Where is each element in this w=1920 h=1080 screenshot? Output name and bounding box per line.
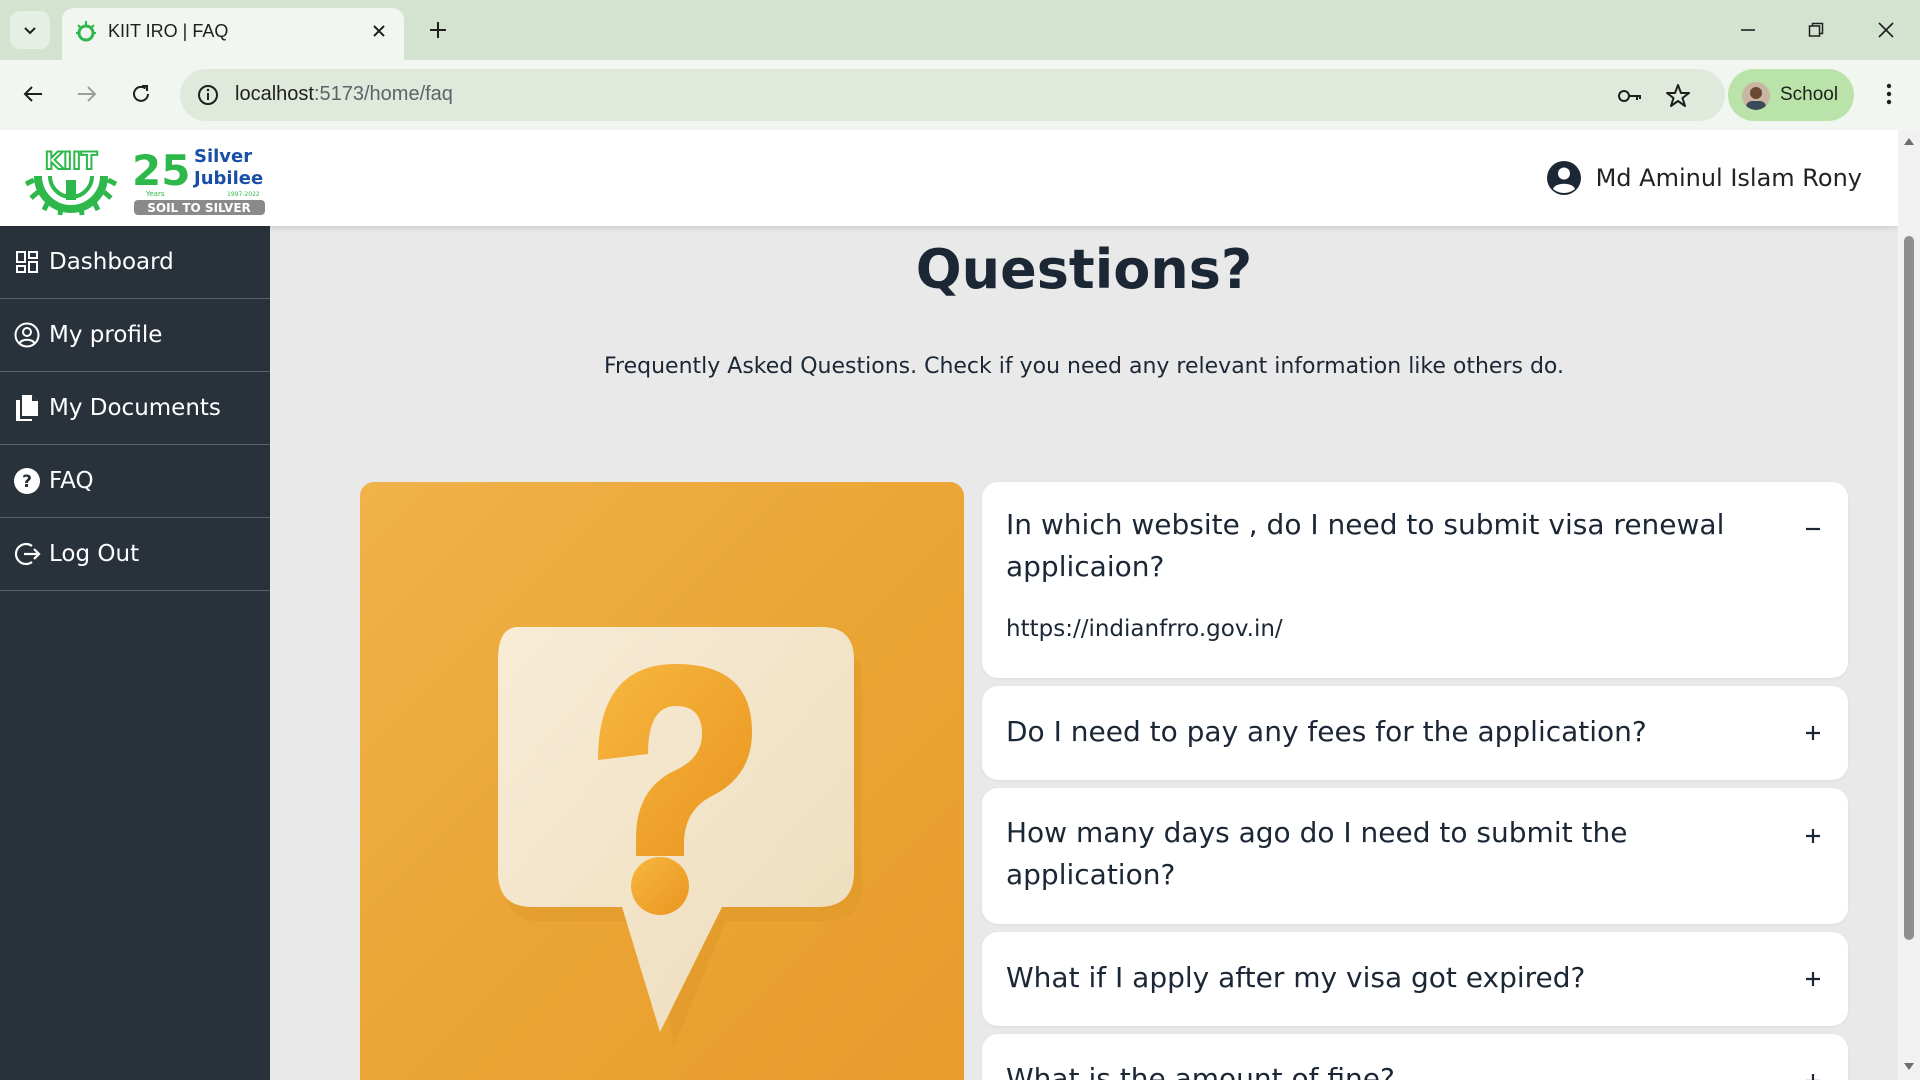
faq-item[interactable]: What is the amount of fine? xyxy=(982,1034,1848,1080)
close-icon xyxy=(1878,22,1894,38)
restore-icon xyxy=(1808,22,1824,37)
plus-icon[interactable] xyxy=(1802,722,1824,744)
browser-toolbar: localhost:5173/home/faq School xyxy=(0,60,1920,130)
sidebar-item-label: Log Out xyxy=(49,541,140,567)
svg-text:Silver: Silver xyxy=(194,146,252,167)
page-viewport: KIIT 25 Silver Jubilee Years 1997-2022 S… xyxy=(0,130,1898,1080)
forward-button[interactable] xyxy=(70,77,104,111)
plus-icon[interactable] xyxy=(1802,968,1824,990)
svg-text:1997-2022: 1997-2022 xyxy=(227,191,260,198)
faq-question[interactable]: What if I apply after my visa got expire… xyxy=(1006,957,1766,999)
silver-jubilee-logo: 25 Silver Jubilee Years 1997-2022 SOIL T… xyxy=(132,142,267,216)
scroll-up-icon[interactable] xyxy=(1903,136,1915,146)
user-circle-icon xyxy=(1546,161,1581,195)
browser-menu-button[interactable] xyxy=(1872,77,1906,111)
close-icon xyxy=(373,25,385,37)
reload-icon xyxy=(133,85,149,102)
url-text[interactable]: localhost:5173/home/faq xyxy=(235,83,453,106)
sidebar-item-label: FAQ xyxy=(49,468,94,494)
browser-tab-active[interactable]: KIIT IRO | FAQ xyxy=(62,8,404,60)
user-name: Md Aminul Islam Rony xyxy=(1595,164,1862,192)
sidebar-item-label: My Documents xyxy=(49,395,221,421)
chevron-down-icon xyxy=(24,27,36,35)
page-scrollbar[interactable] xyxy=(1898,130,1920,1080)
plus-icon[interactable] xyxy=(1802,825,1824,847)
minus-icon[interactable] xyxy=(1802,518,1824,540)
sidebar-item-faq[interactable]: ? FAQ xyxy=(0,445,270,518)
address-bar[interactable]: localhost:5173/home/faq xyxy=(180,69,1725,121)
back-button[interactable] xyxy=(16,77,50,111)
faq-item[interactable]: Do I need to pay any fees for the applic… xyxy=(982,686,1848,780)
tab-close-button[interactable] xyxy=(366,18,392,44)
faq-item[interactable]: How many days ago do I need to submit th… xyxy=(982,788,1848,924)
sidebar-item-label: Dashboard xyxy=(49,249,174,275)
user-menu[interactable]: Md Aminul Islam Rony xyxy=(1546,160,1862,196)
sidebar-item-dashboard[interactable]: Dashboard xyxy=(0,226,270,299)
faq-main: Questions? Frequently Asked Questions. C… xyxy=(270,226,1898,1080)
question-circle-icon: ? xyxy=(13,467,41,495)
close-window-button[interactable] xyxy=(1870,14,1902,46)
site-header: KIIT 25 Silver Jubilee Years 1997-2022 S… xyxy=(0,130,1898,226)
faq-question[interactable]: How many days ago do I need to submit th… xyxy=(1006,812,1726,896)
faq-item[interactable]: What if I apply after my visa got expire… xyxy=(982,932,1848,1026)
tab-search-button[interactable] xyxy=(10,11,50,49)
page-subtitle: Frequently Asked Questions. Check if you… xyxy=(603,354,1565,379)
page-title: Questions? xyxy=(915,238,1253,301)
restore-button[interactable] xyxy=(1800,14,1832,46)
faq-question[interactable]: Do I need to pay any fees for the applic… xyxy=(1006,711,1766,753)
plus-icon[interactable] xyxy=(1802,1070,1824,1080)
new-tab-button[interactable] xyxy=(424,16,452,44)
svg-text:SOIL TO SILVER: SOIL TO SILVER xyxy=(147,201,251,215)
sidebar: Dashboard My profile My Documents ? FAQ … xyxy=(0,226,270,1080)
faq-question[interactable]: In which website , do I need to submit v… xyxy=(1006,504,1766,588)
kiit-favicon-icon xyxy=(76,21,96,42)
key-icon xyxy=(1618,90,1641,102)
svg-text:Years: Years xyxy=(145,190,165,198)
dashboard-icon xyxy=(13,248,41,276)
faq-answer: https://indianfrro.gov.in/ xyxy=(1006,616,1283,642)
svg-text:KIIT: KIIT xyxy=(45,147,98,175)
logout-icon xyxy=(13,540,41,568)
plus-icon xyxy=(430,22,446,38)
star-icon xyxy=(1666,84,1690,107)
reload-button[interactable] xyxy=(124,77,158,111)
sidebar-item-log-out[interactable]: Log Out xyxy=(0,518,270,591)
profile-name: School xyxy=(1780,84,1839,105)
kiit-logo[interactable]: KIIT xyxy=(22,142,120,216)
url-host: localhost xyxy=(235,83,314,105)
arrow-left-icon xyxy=(23,86,42,102)
minimize-icon xyxy=(1741,29,1755,31)
site-info-icon[interactable] xyxy=(196,83,220,107)
arrow-right-icon xyxy=(78,86,97,102)
browser-tab-bar: KIIT IRO | FAQ xyxy=(0,0,1920,60)
svg-text:25: 25 xyxy=(132,146,190,195)
faq-item[interactable]: In which website , do I need to submit v… xyxy=(982,482,1848,678)
scroll-down-icon[interactable] xyxy=(1903,1062,1915,1072)
url-path: :5173/home/faq xyxy=(313,83,453,105)
svg-text:Jubilee: Jubilee xyxy=(192,168,263,189)
bookmark-button[interactable] xyxy=(1664,82,1692,110)
more-vertical-icon xyxy=(1886,83,1892,105)
faq-question[interactable]: What is the amount of fine? xyxy=(1006,1058,1766,1080)
minimize-button[interactable] xyxy=(1732,14,1764,46)
tab-title: KIIT IRO | FAQ xyxy=(108,21,229,41)
password-key-button[interactable] xyxy=(1616,82,1644,110)
sidebar-item-my-documents[interactable]: My Documents xyxy=(0,372,270,445)
sidebar-item-label: My profile xyxy=(49,322,163,348)
user-circle-icon xyxy=(13,321,41,349)
documents-icon xyxy=(13,394,41,422)
sidebar-item-my-profile[interactable]: My profile xyxy=(0,299,270,372)
avatar xyxy=(1742,82,1770,110)
profile-button[interactable]: School xyxy=(1728,69,1854,121)
question-illustration xyxy=(360,482,964,1080)
scrollbar-thumb[interactable] xyxy=(1904,236,1914,940)
question-bubble-icon xyxy=(498,627,862,1046)
svg-text:?: ? xyxy=(22,472,32,492)
